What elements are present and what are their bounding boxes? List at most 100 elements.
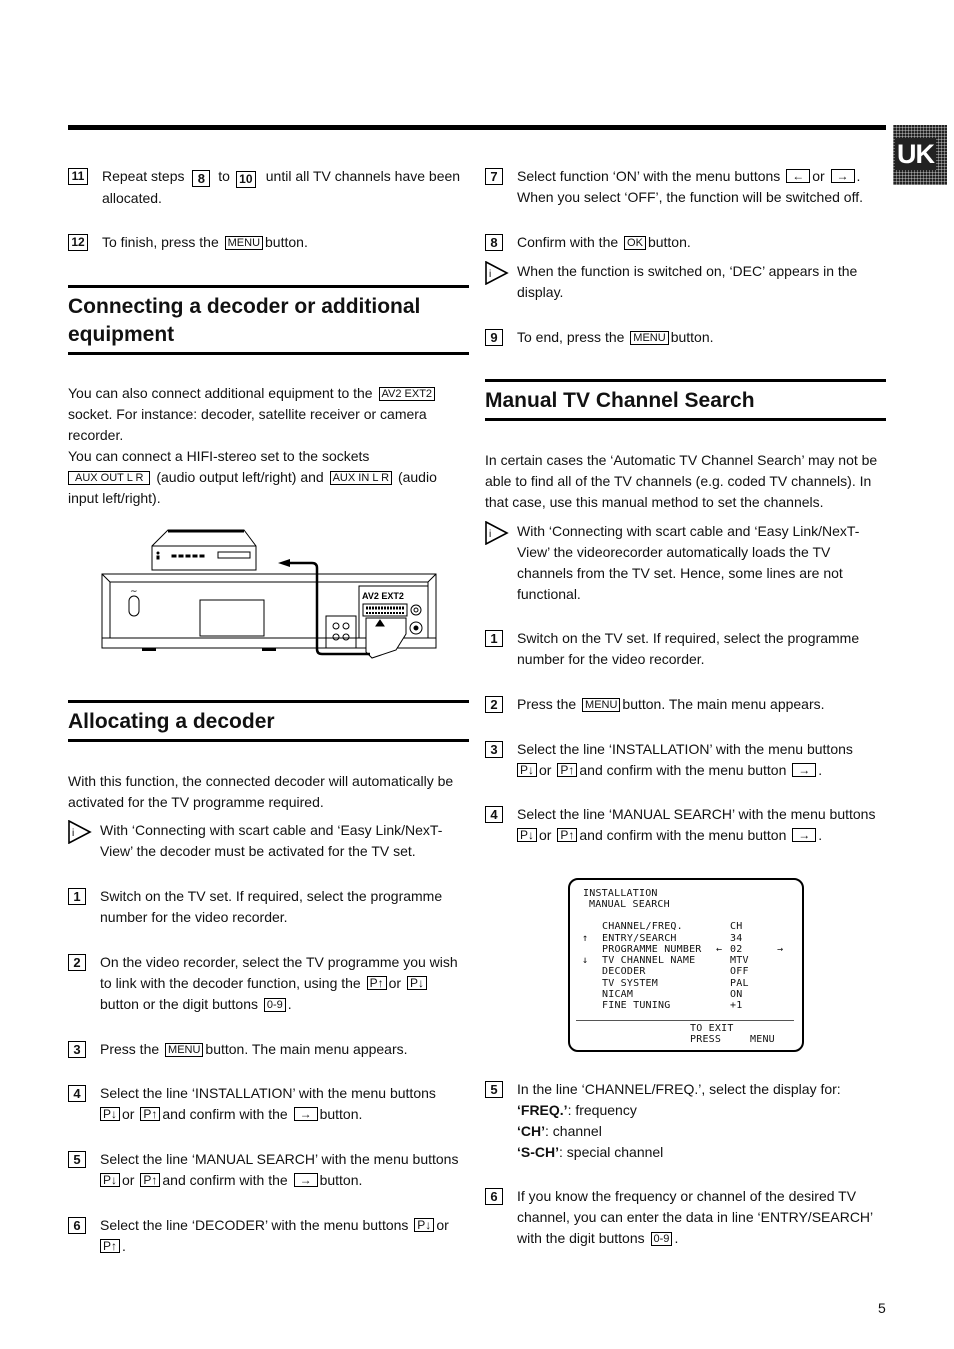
step-number: 12 [68,234,88,251]
step-number: 6 [485,1188,503,1205]
p-down-key: P↓ [517,828,538,842]
osd-row-value: CH [730,921,743,932]
aux-out-key: AUX OUT L R [68,471,151,485]
manual-step-1: 1 Switch on the TV set. If required, sel… [485,628,886,670]
step-number: 3 [68,1041,86,1058]
menu-key: MENU [582,698,621,712]
osd-row-label: DECODER [602,966,646,977]
osd-subtitle: MANUAL SEARCH [589,899,670,910]
info-note-dec: i When the function is switched on, ‘DEC… [485,260,886,303]
video-recorder: ~ AV2 EXT2 [101,573,437,659]
section-title-connecting: Connecting a decoder or additional equip… [68,285,469,355]
right-arrow-key: → [792,763,817,777]
svg-text:i: i [489,269,491,280]
osd-title: INSTALLATION [583,888,658,899]
step-7: 7 Select function ‘ON’ with the menu but… [485,166,886,208]
step-number: 2 [68,954,86,971]
left-column: 11 Repeat steps 8 to 10 until all TV cha… [68,0,469,1349]
osd-row-value: PAL [730,978,749,989]
av2-ext2-label: AV2 EXT2 [362,591,404,601]
info-note-manual: i With ‘Connecting with scart cable and … [485,520,886,605]
p-up-key: P↑ [557,763,578,777]
p-up-key: P↑ [557,828,578,842]
step-number: 1 [485,630,503,647]
step-number: 9 [485,329,503,346]
osd-footer-exit: TO EXIT [690,1023,734,1034]
osd-divider [576,1020,794,1021]
step-ref: 8 [192,170,211,187]
step-number: 4 [485,806,503,823]
svg-text:i: i [72,828,74,839]
digit-key: 0-9 [263,998,286,1012]
manual-intro: In certain cases the ‘Automatic TV Chann… [485,452,878,510]
alloc-step-4: 4 Select the line ‘INSTALLATION’ with th… [68,1083,469,1125]
svg-text:i: i [489,529,491,540]
osd-row-label: NICAM [602,989,634,1000]
allocating-intro: With this function, the connected decode… [68,773,454,810]
right-arrow-key: → [293,1173,318,1187]
osd-footer-press: PRESS [690,1034,722,1045]
step-12: 12 To finish, press the MENU button. [68,232,469,253]
step-number: 11 [68,168,88,185]
manual-step-5: 5 In the line ‘CHANNEL/FREQ.’, select th… [485,1079,886,1163]
osd-row-value: 34 [730,933,743,944]
right-arrow-icon: → [777,944,784,955]
osd-row-label: PROGRAMME NUMBER [602,944,702,955]
left-arrow-key: ← [786,169,811,183]
step-ref: 10 [235,171,256,188]
page-number: 5 [878,1300,886,1316]
p-up-key: P↑ [140,1107,161,1121]
step-number: 5 [485,1081,503,1098]
down-arrow-icon: ↓ [582,955,589,966]
p-down-key: P↓ [517,763,538,777]
osd-manual-search-screen: INSTALLATION MANUAL SEARCH CHANNEL/FREQ.… [568,878,804,1052]
alloc-step-2: 2 On the video recorder, select the TV p… [68,952,469,1015]
step-9: 9 To end, press the MENU button. [485,327,886,348]
osd-row-label: CHANNEL/FREQ. [602,921,683,932]
osd-row-label: ENTRY/SEARCH [602,933,677,944]
osd-row-value: OFF [730,966,749,977]
info-icon: i [68,819,92,845]
step-8: 8 Confirm with the OK button. [485,232,886,253]
osd-row-label: FINE TUNING [602,1000,671,1011]
manual-step-6: 6 If you know the frequency or channel o… [485,1186,886,1249]
manual-step-3: 3 Select the line ‘INSTALLATION’ with th… [485,739,886,781]
step-number: 4 [68,1085,86,1102]
decoder-device [151,529,257,571]
manual-step-2: 2 Press the MENU button. The main menu ap… [485,694,886,715]
p-down-key: P↓ [414,1218,435,1232]
section-title-manual-search: Manual TV Channel Search [485,379,886,421]
av2-ext2-key: AV2 EXT2 [378,387,436,401]
p-down-key: P↓ [100,1107,121,1121]
digit-key: 0-9 [650,1232,673,1246]
alloc-step-1: 1 Switch on the TV set. If required, sel… [68,886,469,928]
right-arrow-key: → [293,1107,318,1121]
step-number: 3 [485,741,503,758]
osd-row-label: TV SYSTEM [602,978,658,989]
step-number: 6 [68,1217,86,1234]
alloc-step-5: 5 Select the line ‘MANUAL SEARCH’ with t… [68,1149,469,1191]
alloc-step-6: 6 Select the line ‘DECODER’ with the men… [68,1215,469,1257]
step-number: 7 [485,168,503,185]
section-title-allocating: Allocating a decoder [68,700,469,742]
osd-row-value: MTV [730,955,749,966]
up-arrow-icon: ↑ [582,933,589,944]
p-up-key: P↑ [100,1239,121,1253]
left-arrow-icon: ← [716,944,723,955]
step-number: 8 [485,234,503,251]
info-icon: i [485,260,509,286]
p-up-key: P↑ [140,1173,161,1187]
menu-key: MENU [630,331,669,345]
menu-key: MENU [224,236,264,250]
step-number: 5 [68,1151,86,1168]
p-down-key: P↓ [100,1173,121,1187]
svg-text:~: ~ [130,587,138,597]
arrow-icon [278,559,290,567]
p-down-key: P↓ [406,976,427,990]
menu-key: MENU [165,1043,204,1057]
connecting-paragraph: You can also connect additional equipmen… [68,385,437,506]
osd-row-value: ON [730,989,743,1000]
osd-row-value: 02 [730,944,743,955]
info-icon: i [485,520,509,546]
alloc-step-3: 3 Press the MENU button. The main menu ap… [68,1039,469,1060]
